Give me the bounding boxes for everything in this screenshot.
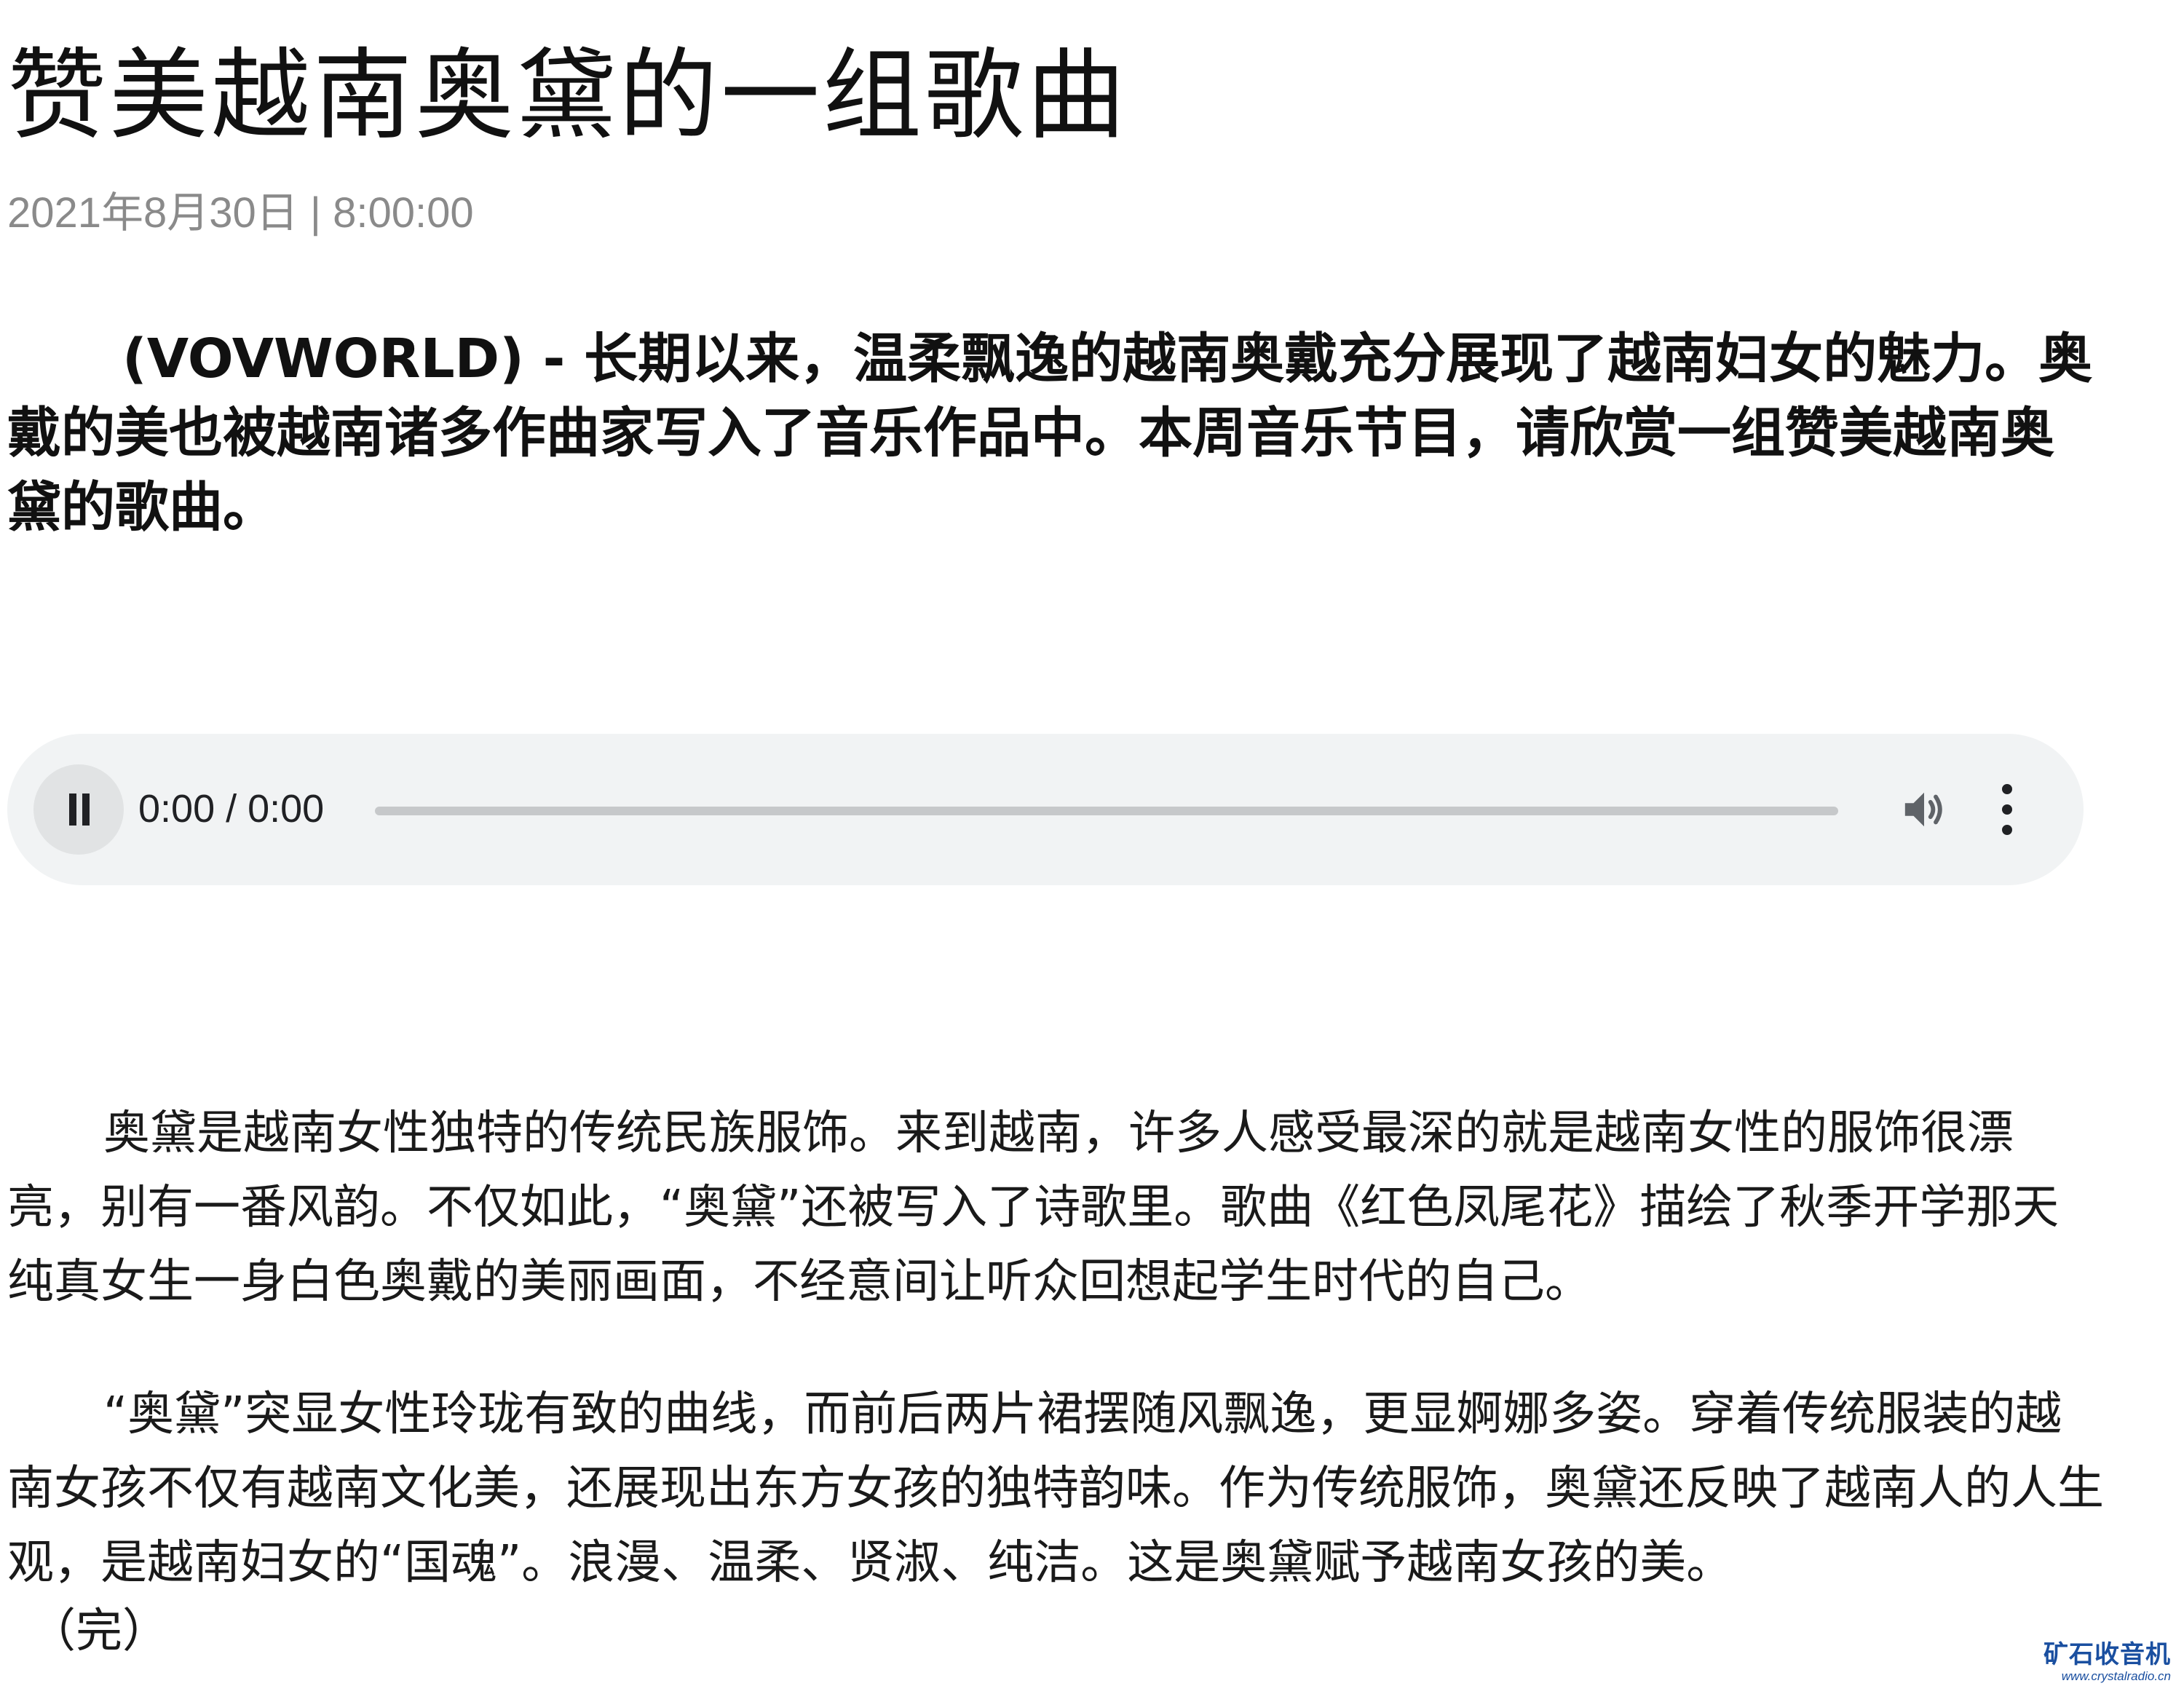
article-dateline: 2021年8月30日 | 8:00:00 bbox=[7, 189, 474, 237]
watermark-logo: 矿石收音机 www.crystalradio.cn bbox=[2043, 1640, 2171, 1684]
watermark-url: www.crystalradio.cn bbox=[2061, 1669, 2171, 1683]
audio-player: 0:00 / 0:00 bbox=[7, 734, 2084, 885]
play-pause-button[interactable] bbox=[33, 764, 124, 855]
article-title: 赞美越南奥黛的一组歌曲 bbox=[7, 39, 1128, 154]
article-paragraph: 奥黛是越南女性独特的传统民族服饰。来到越南，许多人感受最深的就是越南女性的服饰很… bbox=[7, 1107, 2060, 1309]
article-lead: (VOVWORLD) - 长期以来，温柔飘逸的越南奥戴充分展现了越南妇女的魅力。… bbox=[7, 328, 2093, 539]
watermark-name: 矿石收音机 bbox=[2043, 1640, 2171, 1669]
volume-icon bbox=[1904, 792, 1942, 827]
pause-icon bbox=[69, 793, 90, 826]
volume-button[interactable] bbox=[1899, 786, 1950, 833]
article-end-note: （完） bbox=[29, 1604, 169, 1658]
article-paragraph: “奥黛”突显女性玲珑有致的曲线，而前后两片裙摆随风飘逸，更显婀娜多姿。穿着传统服… bbox=[7, 1388, 2104, 1590]
more-options-button[interactable] bbox=[1998, 782, 2016, 837]
progress-bar[interactable] bbox=[375, 807, 1838, 815]
playback-time: 0:00 / 0:00 bbox=[138, 787, 325, 831]
more-vertical-icon bbox=[2002, 784, 2012, 835]
